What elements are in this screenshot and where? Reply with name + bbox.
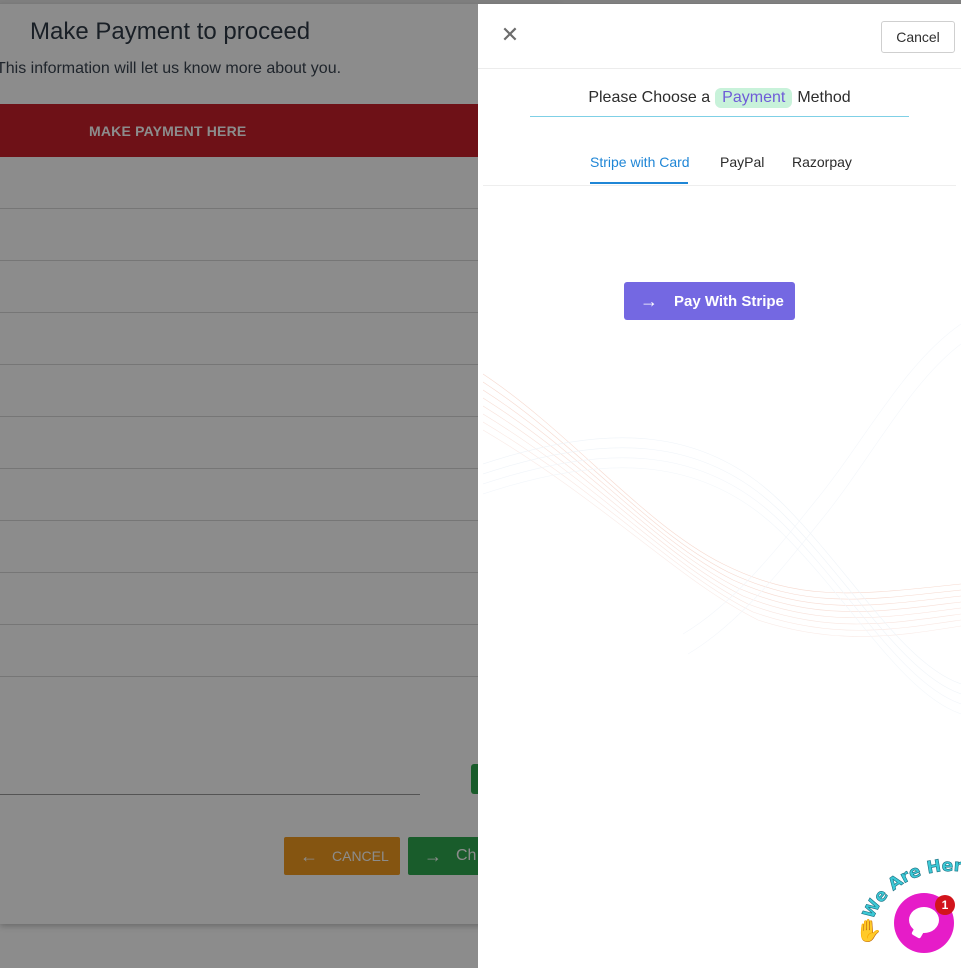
heading-prefix: Please Choose a: [588, 89, 711, 106]
heading-suffix: Method: [797, 89, 851, 106]
pay-with-stripe-button[interactable]: → Pay With Stripe: [624, 282, 795, 320]
payment-method-heading: Please Choose a Payment Method: [530, 80, 909, 117]
pay-with-stripe-label: Pay With Stripe: [674, 292, 784, 310]
chat-badge: 1: [935, 895, 955, 915]
decorative-waves: [483, 323, 961, 715]
waving-hand-icon: ✋: [855, 918, 883, 943]
arrow-right-icon: →: [640, 290, 658, 311]
drawer-header: ✕ Cancel: [478, 4, 961, 69]
tab-razorpay[interactable]: Razorpay: [792, 154, 852, 170]
cancel-button[interactable]: Cancel: [881, 21, 955, 53]
payment-drawer: ✕ Cancel Please Choose a Payment Method …: [478, 4, 961, 968]
tab-stripe-with-card[interactable]: Stripe with Card: [590, 154, 690, 170]
tab-paypal[interactable]: PayPal: [720, 154, 764, 170]
close-icon[interactable]: ✕: [500, 25, 520, 47]
chat-widget[interactable]: We Are Here! ✋ 1: [855, 858, 961, 968]
payment-tabs: Stripe with Card PayPal Razorpay: [483, 144, 956, 186]
tab-active-indicator: [590, 182, 688, 184]
heading-highlight: Payment: [715, 88, 793, 108]
chat-bubble-inner: [909, 907, 939, 933]
